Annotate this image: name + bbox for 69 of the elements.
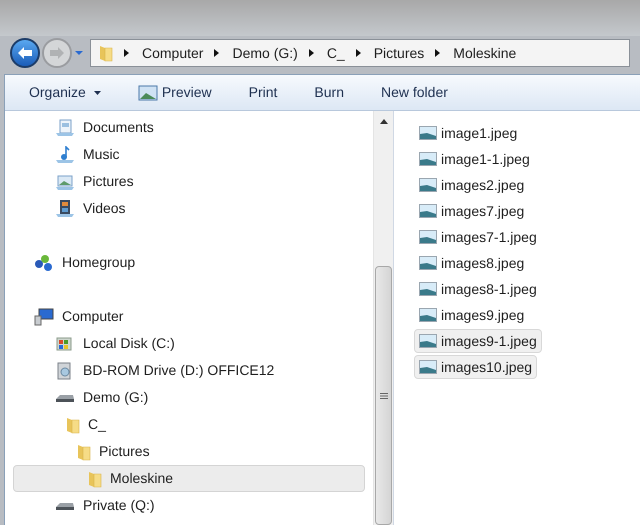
tree-item[interactable]: Videos — [13, 195, 365, 222]
tree-item[interactable]: Documents — [13, 114, 365, 141]
image-file-icon — [419, 204, 437, 218]
image-file-icon — [419, 230, 437, 244]
breadcrumb-item[interactable]: Computer — [142, 42, 204, 64]
image-file-icon — [419, 308, 437, 322]
folder-icon — [66, 416, 80, 434]
file-item[interactable]: image1.jpeg — [414, 121, 522, 145]
toolbar-button[interactable]: Preview — [126, 82, 224, 103]
folder-icon — [77, 442, 91, 460]
picture-icon — [138, 84, 158, 100]
file-item[interactable]: images9-1.jpeg — [414, 329, 542, 353]
image-file-icon — [419, 282, 437, 296]
caret-down-icon — [94, 90, 101, 94]
address-bar[interactable]: Computer Demo (G:) C_ Pictures Moleskine — [90, 39, 630, 67]
tree-item[interactable]: Music — [13, 141, 365, 168]
tree-item[interactable]: Local Disk (C:) — [13, 330, 365, 357]
music-note-icon — [55, 146, 75, 164]
back-button[interactable] — [10, 38, 40, 68]
document-icon — [55, 118, 75, 136]
tree-item[interactable]: Demo (G:) — [13, 384, 365, 411]
folder-icon — [99, 44, 113, 62]
right-arrow-icon — [49, 46, 65, 60]
tree-item[interactable]: Computer — [13, 303, 365, 330]
dropdown-caret-icon[interactable] — [74, 50, 84, 56]
chevron-right-icon — [124, 49, 129, 57]
tree-item[interactable]: Pictures — [13, 168, 365, 195]
toolbar-button[interactable]: New folder — [368, 82, 460, 103]
image-file-icon — [419, 334, 437, 348]
breadcrumb-item[interactable]: C_ — [326, 42, 345, 64]
file-item[interactable]: images8-1.jpeg — [414, 277, 542, 301]
tree-item[interactable]: Homegroup — [13, 249, 365, 276]
chevron-right-icon — [308, 49, 314, 57]
file-item[interactable]: images9.jpeg — [414, 303, 530, 327]
breadcrumb-item[interactable]: Demo (G:) — [232, 42, 298, 64]
tree-item[interactable]: Private (Q:) — [13, 492, 365, 519]
image-file-icon — [419, 256, 437, 270]
tree-item[interactable]: BD-ROM Drive (D:) OFFICE12 — [13, 357, 365, 384]
chevron-right-icon — [356, 49, 361, 57]
network-icon — [34, 254, 54, 272]
toolbar-button[interactable]: Organize — [17, 82, 113, 103]
file-item[interactable]: images2.jpeg — [414, 173, 530, 197]
image-file-icon — [419, 126, 437, 140]
computer-icon — [34, 308, 54, 326]
file-item[interactable]: images7-1.jpeg — [414, 225, 542, 249]
file-item[interactable]: image1-1.jpeg — [414, 147, 535, 171]
tree-item[interactable]: Pictures — [13, 438, 365, 465]
folder-icon — [88, 470, 102, 488]
chevron-right-icon — [214, 49, 220, 57]
file-item[interactable]: images10.jpeg — [414, 355, 538, 379]
chevron-right-icon — [435, 49, 440, 57]
film-icon — [55, 200, 75, 218]
image-file-icon — [419, 178, 437, 192]
left-arrow-icon — [17, 46, 33, 60]
toolbar-button[interactable]: Print — [236, 82, 290, 103]
scrollbar-thumb[interactable] — [375, 266, 392, 525]
tree-item[interactable]: Moleskine — [13, 465, 365, 492]
image-file-icon — [419, 360, 437, 374]
tree-item[interactable]: C_ — [13, 411, 365, 438]
picture-icon — [55, 172, 75, 190]
toolbar-button[interactable]: Burn — [302, 82, 356, 103]
grip-icon — [380, 392, 388, 398]
breadcrumb-item[interactable]: Moleskine — [453, 42, 516, 64]
scrollbar[interactable] — [373, 111, 393, 525]
file-item[interactable]: images8.jpeg — [414, 251, 530, 275]
image-file-icon — [419, 152, 437, 166]
file-item[interactable]: images7.jpeg — [414, 199, 530, 223]
scroll-up-icon[interactable] — [380, 119, 388, 124]
breadcrumb-item[interactable]: Pictures — [374, 42, 424, 64]
